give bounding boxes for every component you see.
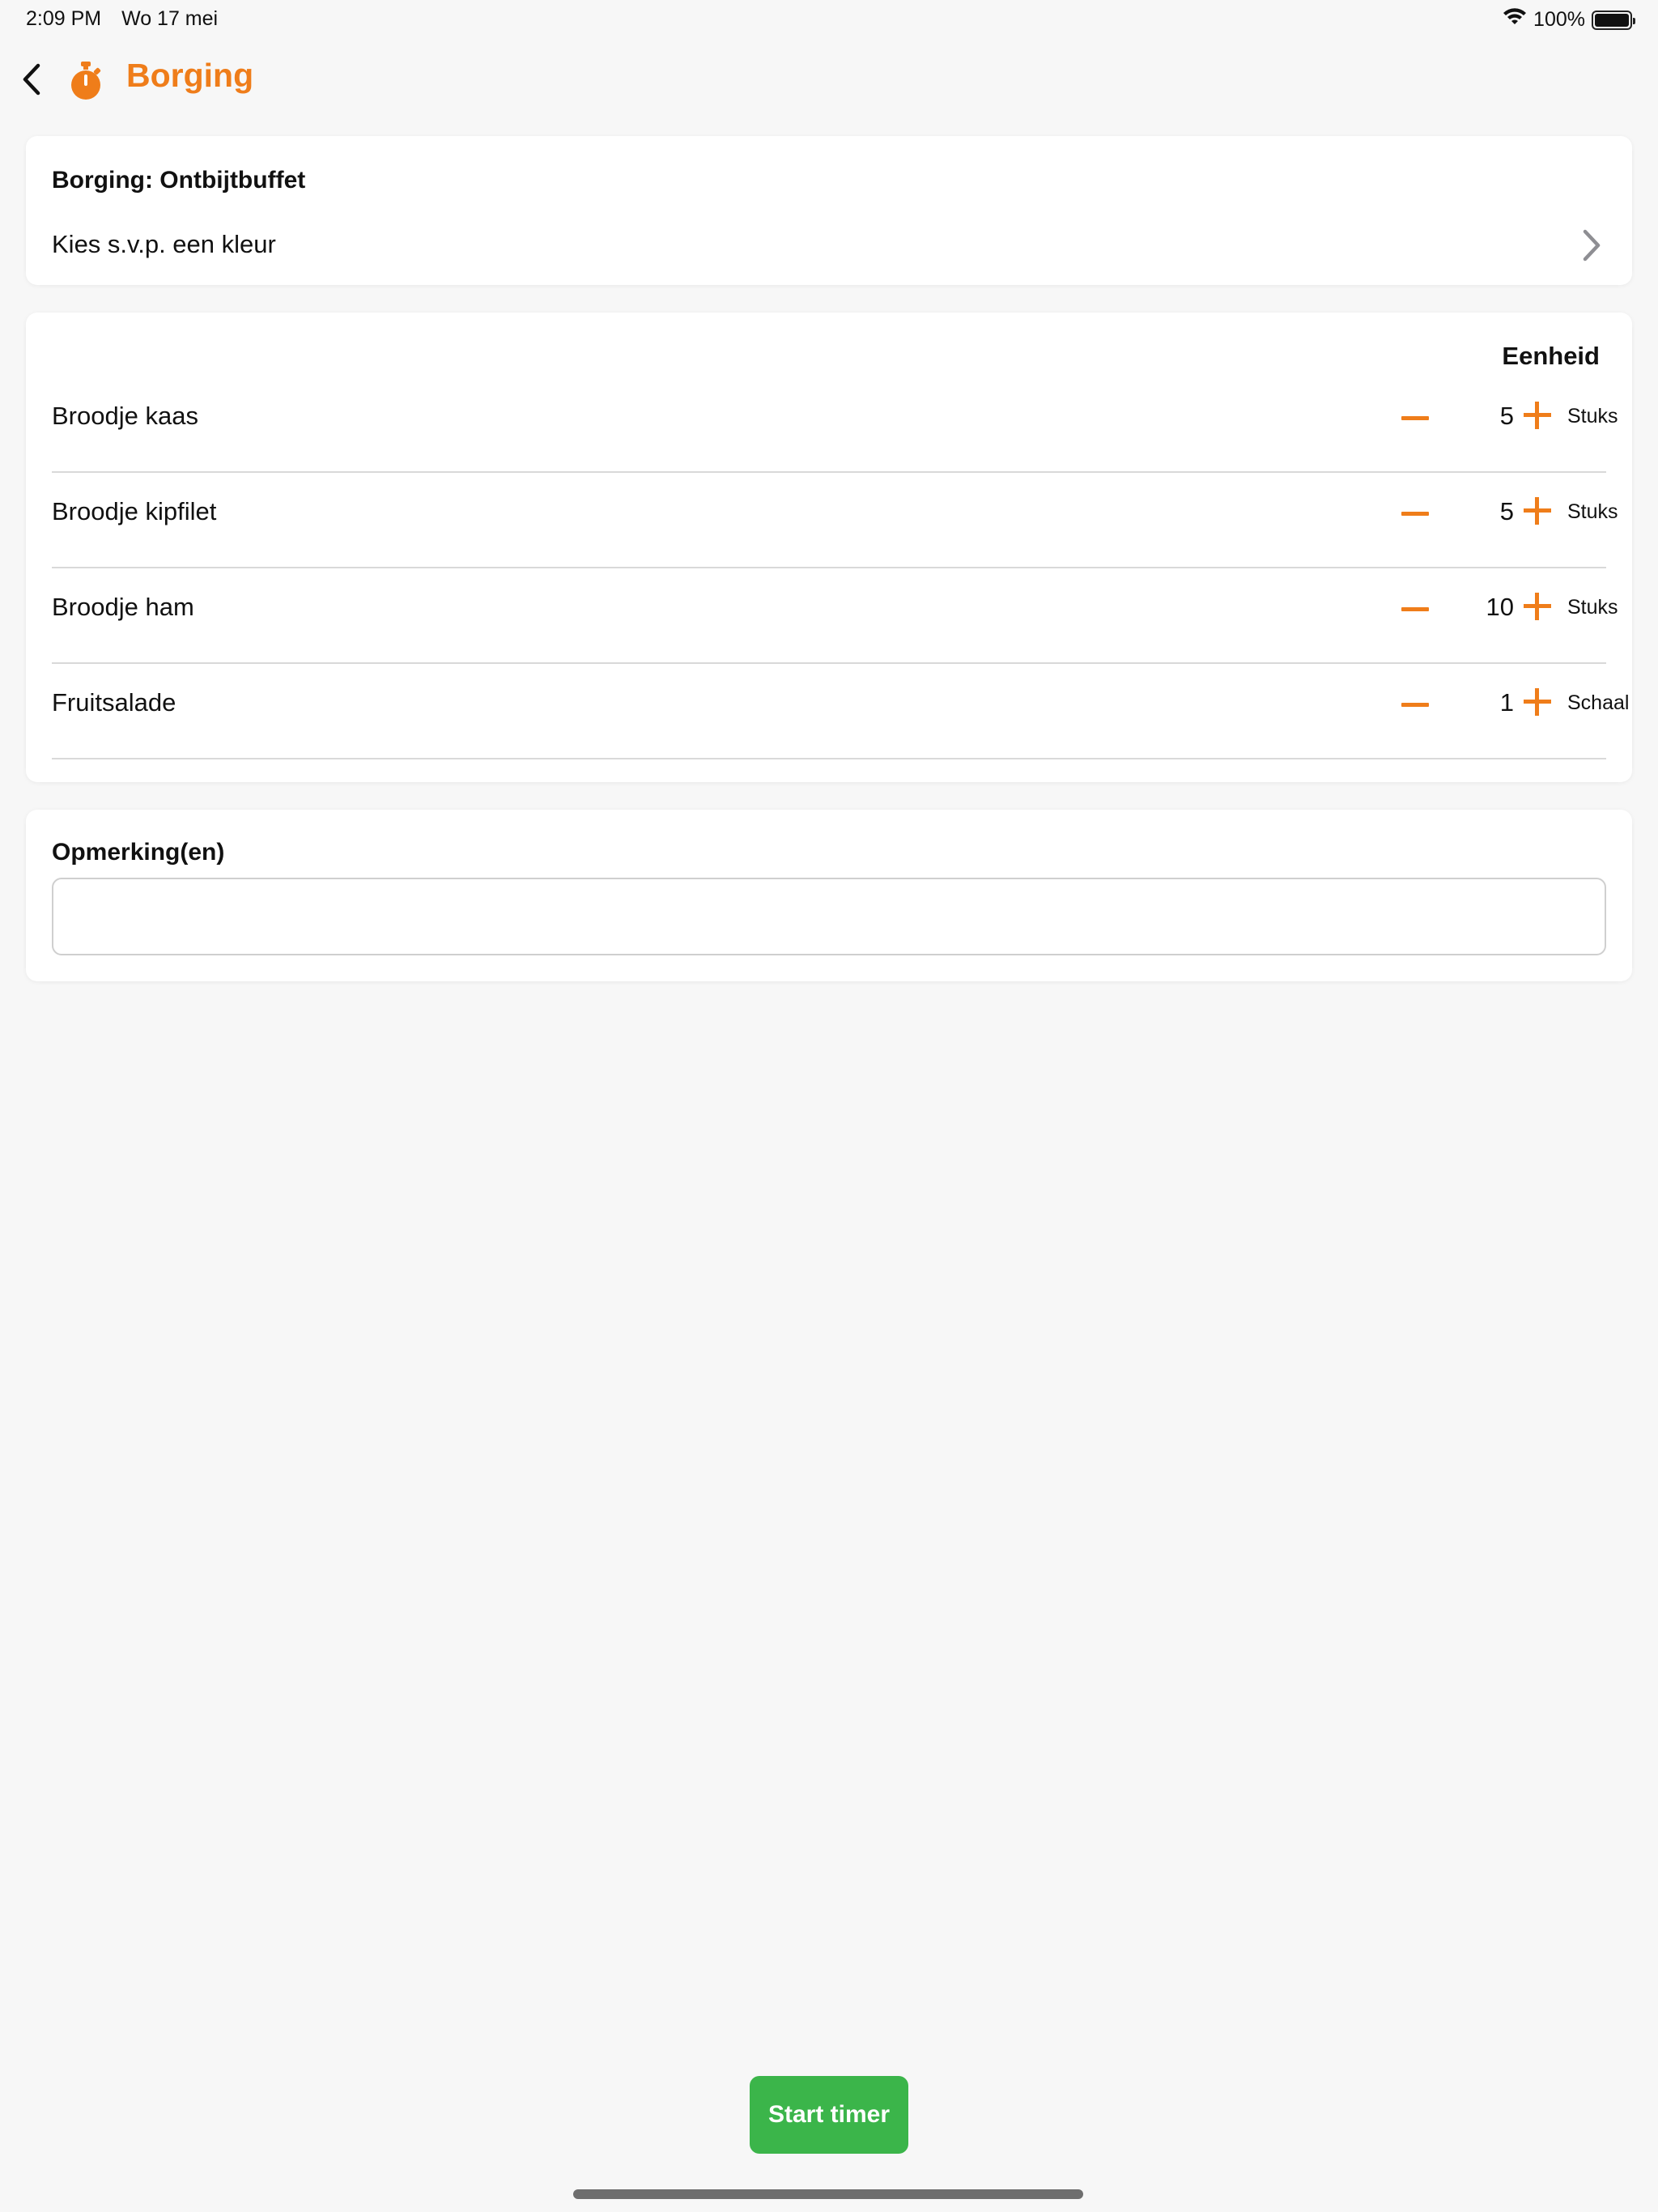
item-quantity: 10 — [1486, 593, 1514, 621]
battery-percentage: 100% — [1533, 8, 1585, 31]
status-left: 2:09 PM Wo 17 mei — [26, 7, 232, 31]
header-card: Borging: Ontbijtbuffet Kies s.v.p. een k… — [26, 136, 1632, 285]
navigation-bar: Borging — [0, 49, 1658, 113]
items-card: Eenheid Broodje kaas 5 Stuks Broodje kip… — [26, 313, 1632, 782]
back-button[interactable] — [11, 55, 52, 104]
item-unit: Stuks — [1567, 596, 1618, 619]
unit-column-header: Eenheid — [1502, 342, 1600, 370]
wifi-icon — [1503, 7, 1527, 32]
minus-icon — [1401, 415, 1429, 420]
remarks-input[interactable] — [52, 878, 1606, 955]
increment-button[interactable] — [1519, 395, 1558, 434]
page-title: Borging — [126, 57, 254, 94]
item-quantity: 5 — [1499, 497, 1514, 525]
battery-icon — [1592, 10, 1635, 30]
item-name: Broodje kipfilet — [52, 497, 217, 525]
item-quantity: 1 — [1499, 688, 1514, 717]
remarks-title: Opmerking(en) — [52, 839, 225, 866]
chevron-right-icon — [1583, 229, 1601, 262]
status-bar: 2:09 PM Wo 17 mei 100% — [0, 0, 1658, 39]
list-item: Broodje ham 10 Stuks — [52, 568, 1618, 664]
item-unit: Stuks — [1567, 405, 1618, 428]
card-title: Borging: Ontbijtbuffet — [52, 167, 306, 194]
minus-icon — [1401, 606, 1429, 611]
list-item: Broodje kaas 5 Stuks — [52, 377, 1618, 473]
item-name: Broodje kaas — [52, 402, 198, 430]
color-picker-row[interactable]: Kies s.v.p. een kleur — [26, 214, 1632, 279]
minus-icon — [1401, 511, 1429, 516]
chevron-left-icon — [23, 63, 40, 96]
start-timer-button[interactable]: Start timer — [750, 2076, 908, 2154]
minus-icon — [1401, 702, 1429, 707]
home-indicator — [573, 2189, 1083, 2199]
color-prompt: Kies s.v.p. een kleur — [52, 230, 276, 258]
stopwatch-icon — [71, 62, 101, 100]
remarks-card: Opmerking(en) — [26, 810, 1632, 981]
item-unit: Schaal — [1567, 691, 1630, 714]
status-right: 100% — [1503, 7, 1635, 32]
increment-button[interactable] — [1519, 682, 1558, 721]
increment-button[interactable] — [1519, 586, 1558, 625]
decrement-button[interactable] — [1396, 494, 1435, 533]
item-name: Broodje ham — [52, 593, 194, 621]
decrement-button[interactable] — [1396, 685, 1435, 724]
increment-button[interactable] — [1519, 491, 1558, 530]
list-item: Broodje kipfilet 5 Stuks — [52, 473, 1618, 568]
item-quantity: 5 — [1499, 402, 1514, 430]
item-unit: Stuks — [1567, 500, 1618, 523]
status-date: Wo 17 mei — [121, 7, 219, 30]
status-time: 2:09 PM — [26, 7, 102, 30]
decrement-button[interactable] — [1396, 589, 1435, 628]
list-item: Fruitsalade 1 Schaal — [52, 664, 1629, 759]
decrement-button[interactable] — [1396, 398, 1435, 437]
item-name: Fruitsalade — [52, 688, 176, 717]
